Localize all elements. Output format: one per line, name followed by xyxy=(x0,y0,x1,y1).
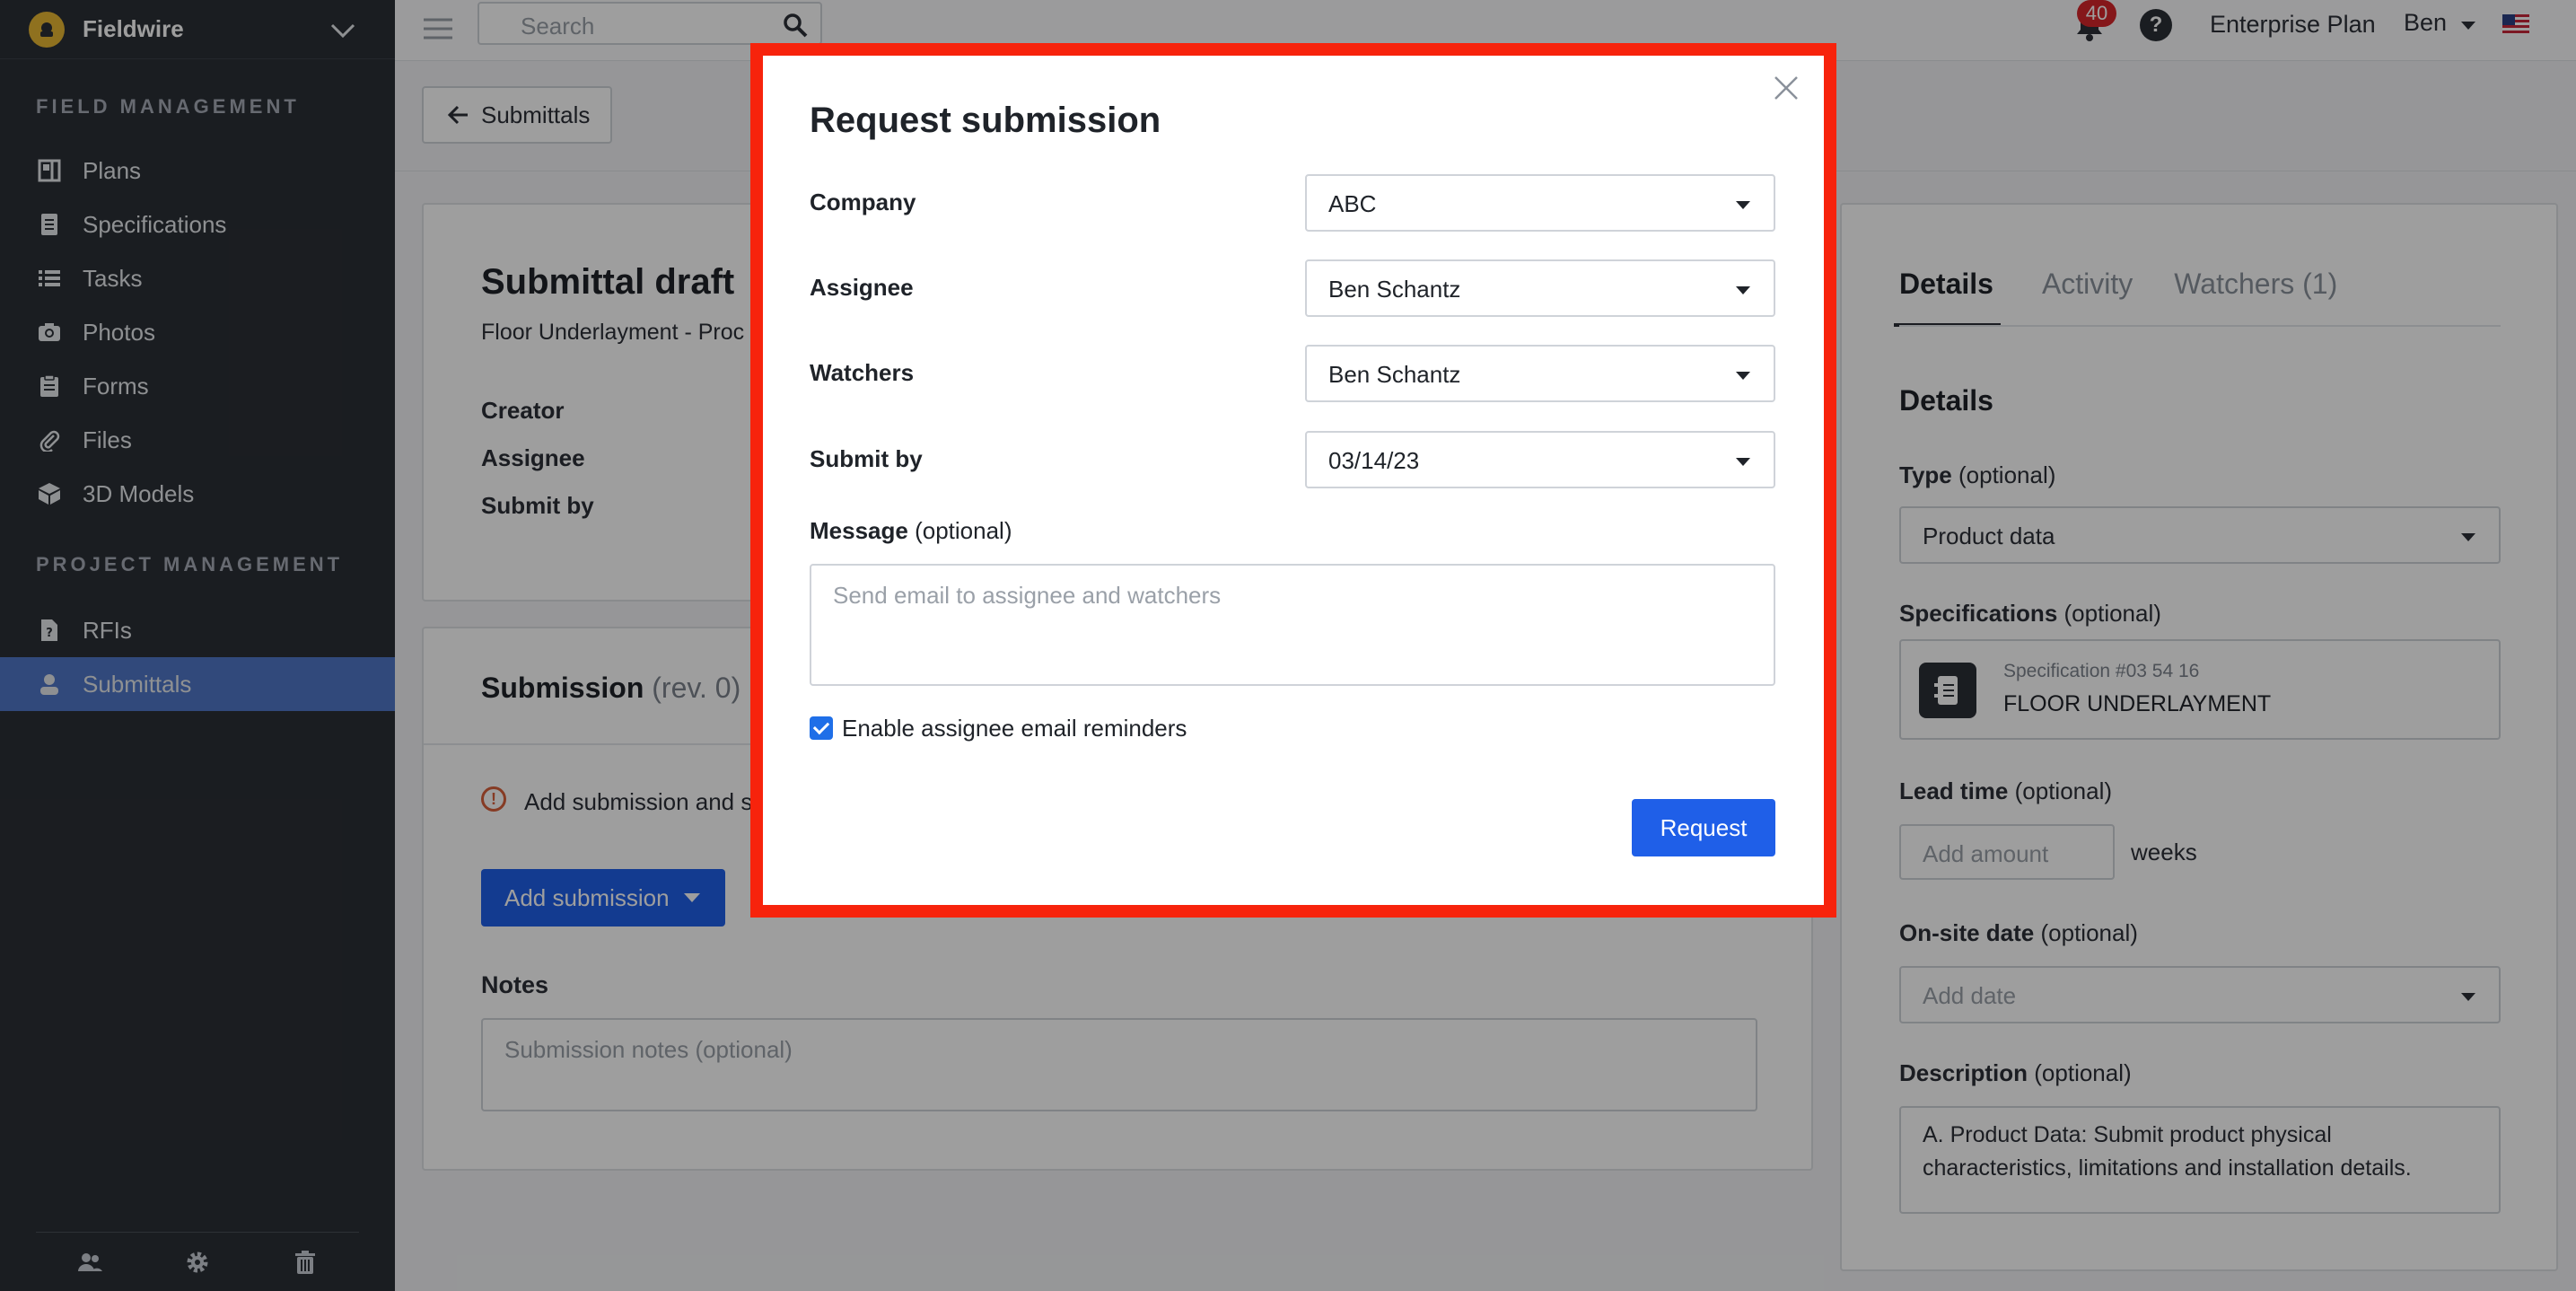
caret-down-icon xyxy=(1736,201,1750,209)
submit-by-label: Submit by xyxy=(810,445,923,472)
assignee-label: Assignee xyxy=(810,274,914,301)
assignee-value: Ben Schantz xyxy=(1328,276,1461,303)
caret-down-icon xyxy=(1736,458,1750,466)
watchers-select[interactable]: Ben Schantz xyxy=(1305,345,1775,402)
message-placeholder: Send email to assignee and watchers xyxy=(833,582,1222,609)
caret-down-icon xyxy=(1736,372,1750,380)
caret-down-icon xyxy=(1736,286,1750,294)
company-select[interactable]: ABC xyxy=(1305,174,1775,232)
message-label: Message (optional) xyxy=(810,517,1012,545)
company-label: Company xyxy=(810,189,916,215)
company-value: ABC xyxy=(1328,190,1377,217)
close-icon[interactable] xyxy=(1768,70,1804,106)
submit-by-value: 03/14/23 xyxy=(1328,447,1420,474)
request-submission-modal: Request submission Company ABC Assignee … xyxy=(763,56,1824,905)
modal-title: Request submission xyxy=(810,101,1161,140)
request-button[interactable]: Request xyxy=(1632,799,1775,856)
watchers-label: Watchers xyxy=(810,359,915,386)
email-reminders-checkbox[interactable] xyxy=(810,716,833,740)
assignee-select[interactable]: Ben Schantz xyxy=(1305,259,1775,317)
watchers-value: Ben Schantz xyxy=(1328,361,1461,388)
submit-by-date-select[interactable]: 03/14/23 xyxy=(1305,431,1775,488)
message-textarea[interactable]: Send email to assignee and watchers xyxy=(810,564,1775,686)
optional-text: (optional) xyxy=(915,517,1012,544)
message-label-text: Message xyxy=(810,517,908,544)
email-reminders-label[interactable]: Enable assignee email reminders xyxy=(842,715,1187,742)
